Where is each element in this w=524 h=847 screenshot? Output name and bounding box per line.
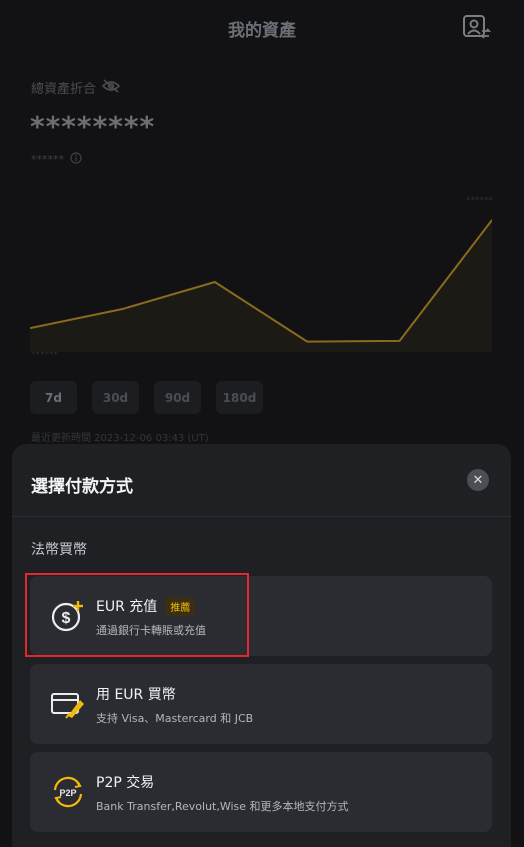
total-assets-label: 總資產折合 bbox=[31, 78, 121, 97]
option-p2p[interactable]: P2P P2P 交易 Bank Transfer,Revolut,Wise 和更… bbox=[30, 752, 492, 832]
option-description: 支持 Visa、Mastercard 和 JCB bbox=[96, 712, 254, 725]
chart-point bbox=[214, 281, 216, 283]
chart-y-top-label: ****** bbox=[466, 196, 493, 206]
section-label: 法幣買幣 bbox=[31, 542, 87, 558]
chart-area bbox=[30, 220, 492, 352]
p2p-icon: P2P bbox=[50, 774, 86, 810]
range-tabs: 7d 30d 90d 180d bbox=[30, 381, 263, 414]
option-title-text: 用 EUR 買幣 bbox=[96, 687, 176, 703]
option-title: P2P 交易 bbox=[96, 772, 154, 792]
sub-balance: ****** bbox=[31, 152, 82, 167]
range-tab-90d[interactable]: 90d bbox=[154, 381, 201, 414]
option-title-text: P2P 交易 bbox=[96, 775, 155, 791]
total-assets-label-text: 總資產折合 bbox=[31, 82, 97, 97]
last-update-text: 最近更新時間 2023-12-06 03:43 (UT) bbox=[31, 433, 209, 444]
asset-trend-chart bbox=[30, 219, 492, 352]
profile-switch-icon[interactable] bbox=[462, 14, 492, 42]
balance-value: ******** bbox=[30, 110, 156, 143]
option-title: 用 EUR 買幣 bbox=[96, 684, 176, 704]
svg-text:P2P: P2P bbox=[59, 788, 76, 798]
eye-off-icon[interactable] bbox=[101, 78, 121, 97]
option-buy-with-eur[interactable]: 用 EUR 買幣 支持 Visa、Mastercard 和 JCB bbox=[30, 664, 492, 744]
highlight-box bbox=[25, 573, 249, 657]
page-title: 我的資產 bbox=[228, 21, 296, 41]
range-tab-180d[interactable]: 180d bbox=[216, 381, 263, 414]
chart-point bbox=[399, 340, 401, 342]
sheet-title: 選擇付款方式 bbox=[31, 477, 133, 497]
range-tab-7d[interactable]: 7d bbox=[30, 381, 77, 414]
close-icon[interactable]: ✕ bbox=[467, 469, 489, 491]
range-tab-30d[interactable]: 30d bbox=[92, 381, 139, 414]
sub-balance-text: ****** bbox=[31, 153, 64, 166]
info-icon[interactable] bbox=[70, 152, 82, 167]
option-description: Bank Transfer,Revolut,Wise 和更多本地支付方式 bbox=[96, 800, 349, 813]
card-rocket-icon bbox=[50, 686, 86, 722]
chart-point bbox=[306, 341, 308, 343]
chart-point bbox=[121, 308, 123, 310]
divider bbox=[12, 516, 511, 517]
